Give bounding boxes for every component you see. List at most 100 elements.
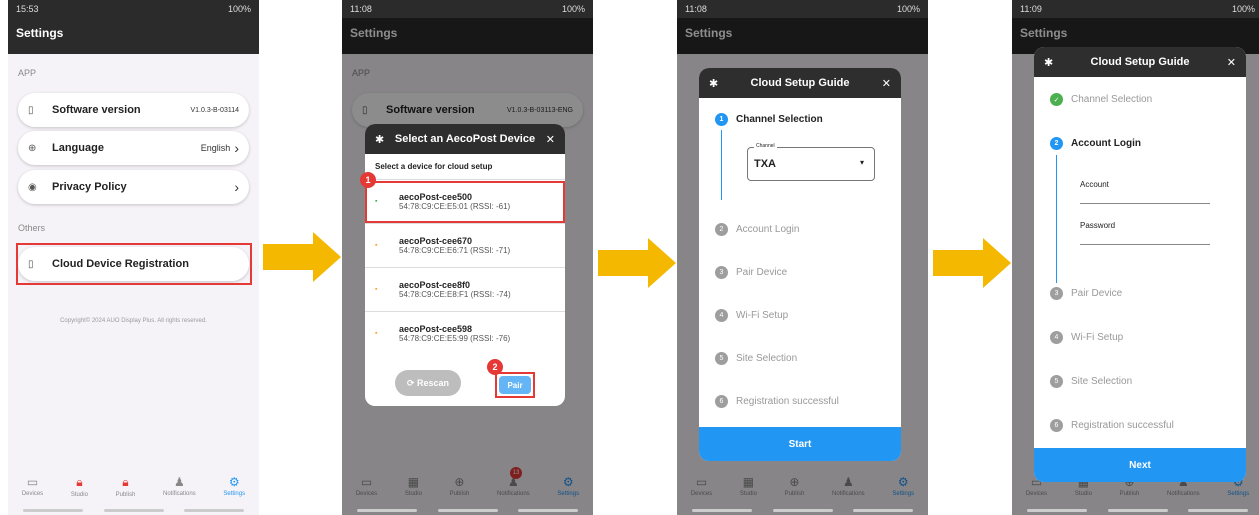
device-row[interactable]: ▪ aecoPost-cee670 54:78:C9:CE:E6:71 (RSSI:… [365, 223, 565, 267]
step-number: 1 [715, 113, 728, 126]
nav-studio[interactable]: 🔒︎ Studio [71, 475, 88, 498]
cloud-setup-dialog: ✱ Cloud Setup Guide ✕ ✓ Channel Selection 2… [1034, 47, 1246, 482]
setup-step: 5 Site Selection [1050, 375, 1132, 388]
status-time: 11:09 [1020, 4, 1042, 14]
device-name: aecoPost-cee670 [399, 236, 473, 246]
software-version-value: V1.0.3-B-03114 [190, 106, 239, 114]
password-label: Password [1080, 221, 1116, 230]
bluetooth-icon: ✱ [1044, 56, 1054, 69]
start-button[interactable]: Start [699, 427, 901, 461]
gesture-bar [357, 509, 578, 512]
step-number: 2 [1050, 137, 1063, 150]
close-icon[interactable]: ✕ [1227, 56, 1236, 69]
status-bar: 11:09 100% [1012, 0, 1259, 18]
software-version-item[interactable]: ▯ Software version V1.0.3-B-03114 [18, 93, 249, 127]
step-label: Channel Selection [1071, 94, 1153, 105]
signal-icon: ▪ [375, 242, 378, 249]
shield-icon: ◉ [28, 181, 37, 193]
battery-level: 100% [896, 4, 920, 14]
status-bar: 11:08 100% [342, 0, 593, 18]
channel-value: TXA [754, 158, 776, 170]
nav-settings[interactable]: ⚙ Settings [223, 475, 245, 497]
gesture-bar [23, 509, 244, 512]
gear-icon: ⚙ [228, 475, 240, 489]
device-rssi: (RSSI: -74) [470, 290, 511, 299]
close-icon[interactable]: ✕ [882, 77, 891, 90]
step-number: 3 [1050, 287, 1063, 300]
pair-button[interactable]: Pair [499, 376, 531, 394]
copyright-text: Copyright© 2024 AUO Display Plus. All ri… [60, 318, 207, 324]
section-others: Others [18, 223, 46, 233]
setup-step: 6 Registration successful [715, 395, 839, 408]
step-number: 4 [715, 309, 728, 322]
signal-icon: ▪ [375, 286, 378, 293]
dialog-subtitle: Select a device for cloud setup [375, 162, 493, 171]
step-label: Wi-Fi Setup [736, 310, 789, 321]
device-rssi: (RSSI: -76) [470, 334, 511, 343]
privacy-policy-item[interactable]: ◉ Privacy Policy › [18, 170, 249, 204]
close-icon[interactable]: ✕ [546, 133, 555, 146]
phone-icon: ▯ [28, 104, 34, 116]
step-connector [721, 130, 722, 200]
pair-highlight: Pair [495, 372, 535, 398]
language-item[interactable]: ⊕ Language English › [18, 131, 249, 165]
arrow-right-icon [598, 238, 676, 288]
device-mac: 54:78:C9:CE:E5:99 [399, 334, 468, 343]
rescan-button[interactable]: ⟳ Rescan [395, 370, 461, 396]
nav-notifications[interactable]: ♟ Notifications [163, 475, 196, 497]
setup-step: 5 Site Selection [715, 352, 797, 365]
dropdown-arrow-icon: ▾ [859, 158, 864, 167]
battery-level: 100% [1231, 4, 1255, 14]
step-badge-1: 1 [360, 172, 376, 188]
screen-settings: 15:53 100% Settings APP ▯ Software versio… [8, 0, 259, 515]
device-row[interactable]: ▪ aecoPost-cee598 54:78:C9:CE:E5:99 (RSSI:… [365, 311, 565, 355]
status-bar: 15:53 100% [8, 0, 259, 18]
status-time: 15:53 [16, 4, 39, 14]
lock-icon: 🔒︎ [76, 474, 83, 489]
step-number: 6 [1050, 419, 1063, 432]
step-number: 3 [715, 266, 728, 279]
status-bar: 11:08 100% [677, 0, 928, 18]
step-number: 2 [715, 223, 728, 236]
channel-select[interactable]: Channel TXA ▾ [747, 143, 875, 181]
device-row[interactable]: ▪ aecoPost-cee8f0 54:78:C9:CE:E8:F1 (RSSI:… [365, 267, 565, 311]
step-number: 6 [715, 395, 728, 408]
setup-step: 4 Wi-Fi Setup [715, 309, 788, 322]
chevron-right-icon: › [234, 179, 239, 195]
screen-cloud-setup-channel: 11:08 100% Settings ▭ Devices ▦ Studio ⊕ Pub… [677, 0, 928, 515]
setup-step: 3 Pair Device [1050, 287, 1122, 300]
bluetooth-icon: ✱ [375, 133, 385, 146]
dialog-title: Cloud Setup Guide [1090, 56, 1190, 68]
step-channel-selection: 1 Channel Selection [715, 113, 823, 126]
password-field[interactable]: Password [1080, 221, 1210, 245]
setup-step: 6 Registration successful [1050, 419, 1174, 432]
page-title: Settings [8, 18, 259, 54]
account-field[interactable]: Account [1080, 180, 1210, 204]
step-label: Site Selection [1071, 376, 1133, 387]
nav-publish[interactable]: 🔒︎ Publish [116, 475, 136, 498]
screen-select-device: 11:08 100% Settings APP ▯ Software versio… [342, 0, 593, 515]
bottom-nav: ▭ Devices 🔒︎ Studio 🔒︎ Publish ♟ Notificatio… [8, 465, 259, 515]
section-app: APP [18, 68, 37, 78]
setup-step: 4 Wi-Fi Setup [1050, 331, 1123, 344]
language-value: English [200, 143, 231, 153]
screen-cloud-setup-login: 11:09 100% Settings ▭ Devices ▦ Studio ⊕ Pub… [1012, 0, 1259, 515]
arrow-right-icon [933, 238, 1011, 288]
check-icon: ✓ [1050, 93, 1063, 106]
software-version-label: Software version [52, 104, 141, 116]
globe-icon: ⊕ [28, 142, 37, 154]
step-label: Pair Device [736, 267, 788, 278]
channel-label: Channel [754, 143, 777, 149]
highlight-box [16, 243, 252, 285]
step-account-login: 2 Account Login [1050, 137, 1141, 150]
step-connector [1056, 155, 1057, 283]
selected-device-highlight [365, 181, 565, 223]
battery-level: 100% [227, 4, 251, 14]
nav-label: Settings [223, 491, 246, 497]
language-label: Language [52, 142, 104, 154]
refresh-icon: ⟳ [406, 377, 417, 388]
nav-devices[interactable]: ▭ Devices [22, 475, 43, 497]
next-button[interactable]: Next [1034, 448, 1246, 482]
status-time: 11:08 [685, 4, 707, 14]
step-number: 4 [1050, 331, 1063, 344]
